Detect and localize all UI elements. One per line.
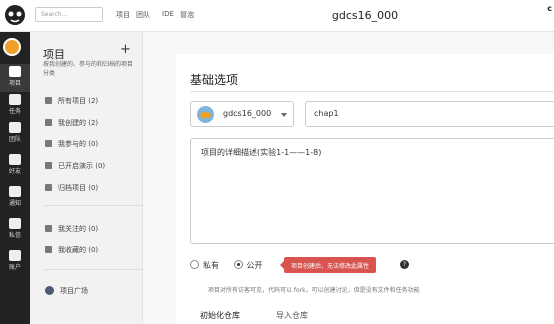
create-project-form: 基础选项 gdcs16_000 chap1 项目的详细描述(实验1-1——1-8… [176, 54, 554, 324]
owner-avatar [197, 106, 214, 123]
public-label: 公开 [246, 261, 263, 270]
friend-icon [9, 154, 21, 165]
rail-item-friends[interactable]: 好友 [0, 152, 30, 180]
top-bar: Search... 项目 团队 IDE 冒泡 gdcs16_000 c [0, 0, 554, 32]
logo-icon[interactable] [0, 0, 30, 30]
project-description-textarea[interactable]: 项目的详细描述(实验1-1——1-8) [190, 138, 554, 244]
visibility-options: 私有 公开 [190, 260, 263, 271]
nav-ide[interactable]: IDE [162, 10, 174, 18]
star-icon [45, 246, 52, 253]
archive-icon [45, 184, 52, 191]
tab-init-repo[interactable]: 初始化仓库 [190, 310, 250, 324]
sidebar-item-joined[interactable]: 我参与的 (0) [45, 139, 98, 149]
play-icon [45, 162, 52, 169]
sidebar-item-label: 我参与的 (0) [58, 140, 99, 148]
sidebar-item-starred[interactable]: 我收藏的 (0) [45, 245, 98, 255]
rail-item-projects[interactable]: 项目 [0, 64, 30, 92]
task-icon [9, 94, 21, 105]
project-sidebar: 项目 + 按我创建的、参与的和归档的项目分类 所有项目 (2) 我创建的 (2)… [30, 32, 144, 324]
section-title: 基础选项 [190, 73, 239, 87]
sidebar-item-label: 已开启演示 (0) [58, 162, 106, 170]
team-icon [9, 122, 21, 133]
sidebar-item-created[interactable]: 我创建的 (2) [45, 118, 98, 128]
rail-item-label: 好友 [8, 168, 21, 175]
rail-item-label: 通知 [8, 200, 21, 207]
sidebar-item-label: 项目广场 [60, 287, 88, 295]
rail-item-label: 项目 [8, 80, 21, 87]
public-option[interactable]: 公开 [233, 260, 263, 270]
folder-icon [45, 97, 52, 104]
sidebar-item-label: 我创建的 (2) [58, 119, 99, 127]
tab-import-repo[interactable]: 导入仓库 [266, 310, 318, 321]
sidebar-divider [44, 205, 144, 206]
avatar[interactable] [3, 38, 21, 56]
rail-item-label: 团队 [8, 136, 21, 143]
globe-icon [45, 286, 54, 295]
bell-icon [9, 186, 21, 197]
sidebar-item-label: 所有项目 (2) [58, 97, 99, 105]
rail-item-label: 私信 [8, 232, 21, 239]
rail-item-messages[interactable]: 私信 [0, 216, 30, 244]
search-input[interactable]: Search... [35, 7, 103, 22]
sidebar-divider [44, 269, 144, 270]
nav-team[interactable]: 团队 [136, 10, 150, 20]
sidebar-item-archived[interactable]: 归档项目 (0) [45, 183, 98, 193]
visibility-warning-tip: 项目创建后，无法修改此属性 [279, 257, 377, 273]
private-label: 私有 [203, 261, 219, 270]
project-icon [9, 66, 21, 77]
private-radio[interactable] [190, 260, 199, 269]
rail-item-notifications[interactable]: 通知 [0, 184, 30, 212]
sidebar-item-label: 我收藏的 (0) [58, 246, 99, 254]
sidebar-item-demo[interactable]: 已开启演示 (0) [45, 161, 105, 171]
owner-name: gdcs16_000 [223, 109, 272, 118]
public-radio[interactable] [233, 260, 243, 269]
owner-select[interactable]: gdcs16_000 [190, 101, 294, 127]
chevron-down-icon [281, 113, 287, 117]
rail-item-label: 账户 [8, 264, 21, 271]
help-icon[interactable]: ? [400, 260, 409, 269]
rail-item-label: 任务 [8, 108, 21, 115]
hand-icon [45, 140, 52, 147]
account-icon [9, 250, 21, 261]
sidebar-item-plaza[interactable]: 项目广场 [45, 286, 88, 296]
sidebar-item-label: 归档项目 (0) [58, 184, 99, 192]
sidebar-item-label: 我关注的 (0) [58, 225, 99, 233]
edit-icon [45, 119, 52, 126]
nav-bubble[interactable]: 冒泡 [180, 10, 194, 20]
eye-icon [45, 225, 52, 232]
sidebar-description: 按我创建的、参与的和归档的项目分类 [43, 61, 134, 77]
section-divider [190, 91, 554, 92]
nav-projects[interactable]: 项目 [116, 10, 130, 20]
corner-text: c [547, 4, 552, 13]
sidebar-item-watching[interactable]: 我关注的 (0) [45, 224, 98, 234]
private-option[interactable]: 私有 [190, 260, 219, 270]
mail-icon [9, 218, 21, 229]
rail-item-tasks[interactable]: 任务 [0, 92, 30, 120]
icon-rail: 项目 任务 团队 好友 通知 私信 账户 [0, 32, 30, 324]
sidebar-item-all[interactable]: 所有项目 (2) [45, 96, 98, 106]
project-name-input[interactable]: chap1 [305, 101, 554, 127]
add-project-button[interactable]: + [120, 42, 131, 57]
page-title: gdcs16_000 [331, 9, 399, 22]
visibility-hint: 项目对所有访客可见，代码可以 fork，可以创建讨论，但是没有文件和任务功能 [208, 287, 420, 294]
main-content: 基础选项 gdcs16_000 chap1 项目的详细描述(实验1-1——1-8… [143, 32, 554, 324]
rail-item-account[interactable]: 账户 [0, 248, 30, 276]
rail-item-team[interactable]: 团队 [0, 120, 30, 148]
